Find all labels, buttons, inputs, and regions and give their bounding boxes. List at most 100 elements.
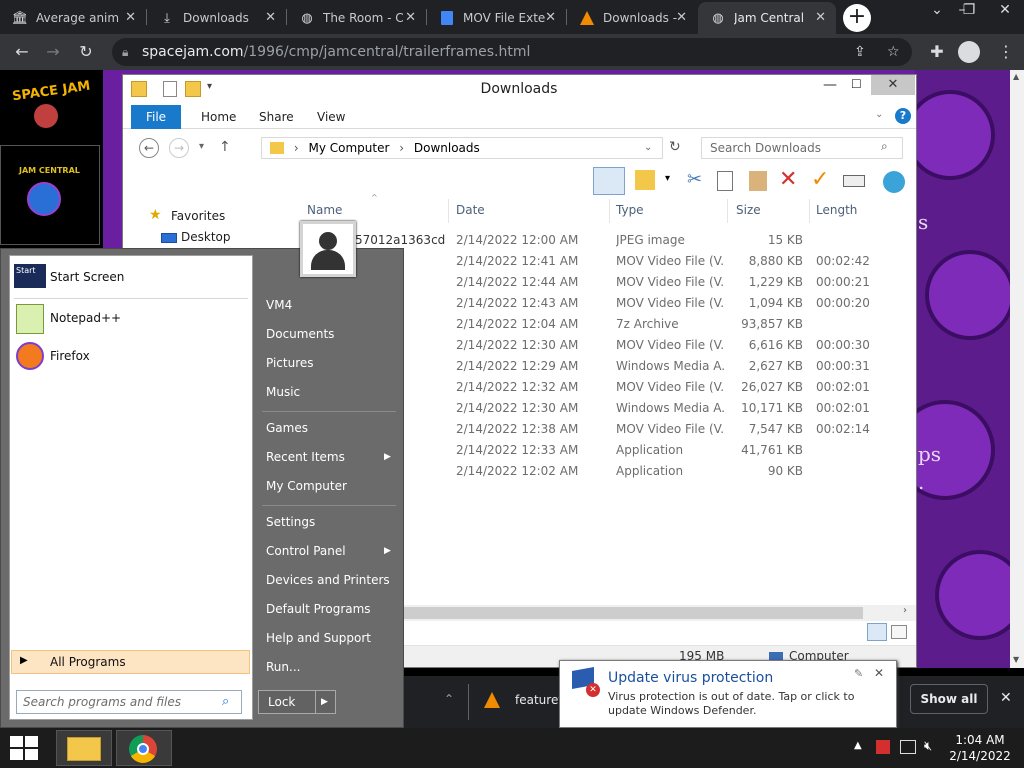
back-icon[interactable]: ← bbox=[10, 40, 34, 64]
column-length[interactable]: Length bbox=[816, 203, 857, 217]
tab-downloads-vlc[interactable]: Downloads - ✕ bbox=[567, 2, 697, 34]
spacejam-logo[interactable]: SPACE JAM bbox=[0, 70, 100, 143]
layout-pane-icon[interactable] bbox=[593, 167, 625, 195]
close-icon[interactable]: ✕ bbox=[265, 10, 276, 25]
close-icon[interactable]: ✕ bbox=[676, 10, 687, 25]
close-icon[interactable]: ✕ bbox=[125, 10, 136, 25]
start-place-my-computer[interactable]: My Computer bbox=[266, 479, 347, 493]
show-all-button[interactable]: Show all bbox=[910, 684, 988, 714]
user-avatar[interactable] bbox=[300, 221, 356, 277]
start-place-recent-items[interactable]: Recent Items bbox=[266, 450, 345, 464]
defender-notification[interactable]: ✕ Update virus protection Virus protecti… bbox=[559, 660, 897, 728]
tab-the-room[interactable]: ◍ The Room - C ✕ bbox=[287, 2, 426, 34]
restore-icon[interactable]: ❐ bbox=[952, 0, 986, 34]
tab-jam-central[interactable]: ◍ Jam Central ✕ bbox=[698, 2, 836, 34]
close-icon[interactable]: ✕ bbox=[405, 10, 416, 25]
pin-icon[interactable]: ✎ bbox=[854, 667, 863, 680]
jamcentral-logo[interactable]: JAM CENTRAL bbox=[0, 145, 100, 245]
column-size[interactable]: Size bbox=[736, 203, 761, 217]
chevron-up-icon[interactable]: ▲ bbox=[854, 740, 862, 751]
minimize-icon[interactable]: — bbox=[823, 77, 837, 93]
start-place-run[interactable]: Run... bbox=[266, 660, 300, 674]
cut-icon[interactable]: ✂ bbox=[687, 169, 702, 190]
search-icon[interactable]: ⌕ bbox=[222, 694, 229, 709]
ribbon-tab-file[interactable]: File bbox=[131, 105, 181, 129]
start-place-pictures[interactable]: Pictures bbox=[266, 356, 314, 370]
start-place-help-and-support[interactable]: Help and Support bbox=[266, 631, 371, 645]
page-scrollbar[interactable]: ▲ ▼ bbox=[1010, 70, 1024, 668]
close-downloads-bar-icon[interactable]: ✕ bbox=[1000, 690, 1012, 706]
help-icon[interactable]: ? bbox=[895, 108, 911, 124]
close-icon[interactable]: ✕ bbox=[871, 75, 915, 95]
up-icon[interactable]: ↑ bbox=[219, 139, 231, 155]
chevron-down-icon[interactable]: ⌄ bbox=[644, 138, 652, 158]
details-view-icon[interactable] bbox=[867, 623, 887, 641]
profile-avatar[interactable] bbox=[958, 41, 980, 63]
address-bar[interactable]: 🔒︎ spacejam.com/1996/cmp/jamcentral/trai… bbox=[112, 38, 912, 66]
address-field[interactable]: › My Computer › Downloads ⌄ bbox=[261, 137, 663, 159]
paste-icon[interactable] bbox=[749, 171, 767, 191]
lock-button[interactable]: Lock ▶ bbox=[258, 690, 336, 714]
scroll-right-icon[interactable]: › bbox=[903, 605, 907, 616]
program-notepadpp[interactable]: Notepad++ bbox=[50, 311, 121, 325]
properties-icon[interactable] bbox=[163, 81, 177, 97]
new-folder-icon[interactable] bbox=[185, 81, 201, 97]
start-place-games[interactable]: Games bbox=[266, 421, 308, 435]
ribbon-expand-icon[interactable]: ⌄ bbox=[875, 109, 883, 120]
tab-average-anim[interactable]: 🏛 Average anim ✕ bbox=[0, 2, 146, 34]
column-date[interactable]: Date bbox=[456, 203, 485, 217]
taskbar-explorer[interactable] bbox=[56, 730, 112, 766]
nav-favorites[interactable]: Favorites bbox=[171, 209, 225, 223]
ribbon-tab-home[interactable]: Home bbox=[201, 105, 236, 129]
defender-tray-icon[interactable] bbox=[876, 740, 890, 754]
rename-icon[interactable] bbox=[843, 175, 865, 187]
search-icon[interactable]: ⌕ bbox=[881, 139, 888, 154]
chevron-up-icon[interactable]: ⌃ bbox=[444, 692, 454, 706]
taskbar-chrome[interactable] bbox=[116, 730, 172, 766]
breadcrumb-my-computer[interactable]: My Computer bbox=[308, 141, 389, 155]
program-start-screen[interactable]: Start Screen bbox=[50, 270, 124, 284]
forward-icon[interactable]: → bbox=[169, 138, 189, 158]
breadcrumb-downloads[interactable]: Downloads bbox=[414, 141, 480, 155]
volume-muted-icon[interactable]: 🔇︎ bbox=[924, 739, 932, 754]
forward-icon[interactable]: → bbox=[41, 40, 65, 64]
extensions-icon[interactable]: ✚ bbox=[925, 40, 949, 64]
start-place-default-programs[interactable]: Default Programs bbox=[266, 602, 371, 616]
close-icon[interactable]: ✕ bbox=[545, 10, 556, 25]
globe-icon[interactable] bbox=[883, 171, 905, 193]
close-icon[interactable]: ✕ bbox=[815, 10, 826, 25]
back-icon[interactable]: ← bbox=[139, 138, 159, 158]
maximize-icon[interactable]: ☐ bbox=[851, 77, 862, 91]
start-place-vm4[interactable]: VM4 bbox=[266, 298, 292, 312]
start-place-settings[interactable]: Settings bbox=[266, 515, 315, 529]
copy-icon[interactable] bbox=[717, 171, 733, 191]
qat-dropdown-icon[interactable]: ▾ bbox=[207, 81, 212, 92]
start-place-documents[interactable]: Documents bbox=[266, 327, 334, 341]
column-type[interactable]: Type bbox=[616, 203, 644, 217]
close-window-icon[interactable]: ✕ bbox=[988, 0, 1022, 34]
share-icon[interactable]: ⇪ bbox=[854, 38, 866, 66]
large-icons-view-icon[interactable] bbox=[891, 625, 907, 639]
column-name[interactable]: Name bbox=[307, 203, 342, 217]
program-firefox[interactable]: Firefox bbox=[50, 349, 90, 363]
start-place-control-panel[interactable]: Control Panel bbox=[266, 544, 346, 558]
folder-options-icon[interactable] bbox=[635, 170, 655, 190]
start-place-devices-and-printers[interactable]: Devices and Printers bbox=[266, 573, 390, 587]
tab-downloads[interactable]: ⤓ Downloads ✕ bbox=[147, 2, 286, 34]
star-icon[interactable]: ☆ bbox=[887, 38, 900, 66]
network-icon[interactable] bbox=[900, 740, 916, 754]
windows-start-button[interactable] bbox=[10, 736, 38, 760]
recent-locations-icon[interactable]: ▾ bbox=[199, 141, 204, 152]
start-place-music[interactable]: Music bbox=[266, 385, 300, 399]
new-tab-button[interactable]: + bbox=[843, 4, 871, 32]
ribbon-tab-view[interactable]: View bbox=[317, 105, 345, 129]
menu-icon[interactable]: ⋮ bbox=[994, 40, 1018, 64]
refresh-icon[interactable]: ↻ bbox=[669, 139, 681, 155]
ribbon-tab-share[interactable]: Share bbox=[259, 105, 294, 129]
chevron-down-icon[interactable]: ▾ bbox=[665, 173, 670, 184]
tab-mov-file[interactable]: MOV File Exte ✕ bbox=[427, 2, 566, 34]
search-input[interactable]: Search Downloads bbox=[701, 137, 903, 159]
close-icon[interactable]: ✕ bbox=[874, 666, 884, 680]
check-icon[interactable]: ✓ bbox=[811, 167, 829, 192]
start-search-input[interactable]: Search programs and files bbox=[16, 690, 242, 714]
